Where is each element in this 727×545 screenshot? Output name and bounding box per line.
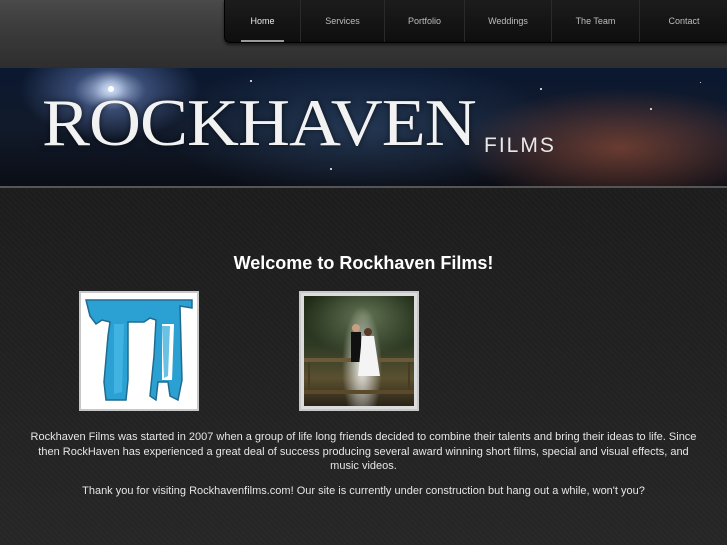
header-banner: ROCKHAVEN FILMS bbox=[0, 68, 727, 188]
site-logo-subtext: FILMS bbox=[484, 134, 556, 157]
star bbox=[650, 108, 652, 110]
page-title: Welcome to Rockhaven Films! bbox=[233, 253, 494, 273]
star bbox=[250, 80, 252, 82]
rockhaven-logo-icon bbox=[85, 299, 193, 402]
thanks-paragraph: Thank you for visiting Rockhavenfilms.co… bbox=[82, 485, 645, 497]
intro-paragraph: Rockhaven Films was started in 2007 when… bbox=[30, 431, 697, 472]
couple-figure bbox=[304, 324, 414, 394]
wedding-art bbox=[304, 296, 414, 406]
site-logo-text[interactable]: ROCKHAVEN bbox=[42, 90, 477, 156]
wedding-photo[interactable] bbox=[299, 291, 419, 411]
nav-home[interactable]: Home bbox=[225, 0, 301, 42]
nav-portfolio[interactable]: Portfolio bbox=[385, 0, 465, 42]
nav-the-team[interactable]: The Team bbox=[552, 0, 640, 42]
logo-art bbox=[84, 296, 194, 406]
star bbox=[540, 88, 542, 90]
nav-services[interactable]: Services bbox=[301, 0, 385, 42]
nav-contact[interactable]: Contact bbox=[640, 0, 727, 42]
star bbox=[700, 82, 701, 83]
main-content: Welcome to Rockhaven Films! Rockhaven Fi… bbox=[0, 190, 727, 545]
star bbox=[330, 168, 332, 170]
nav-weddings[interactable]: Weddings bbox=[465, 0, 552, 42]
main-nav: Home Services Portfolio Weddings The Tea… bbox=[224, 0, 727, 43]
company-logo-image[interactable] bbox=[79, 291, 199, 411]
